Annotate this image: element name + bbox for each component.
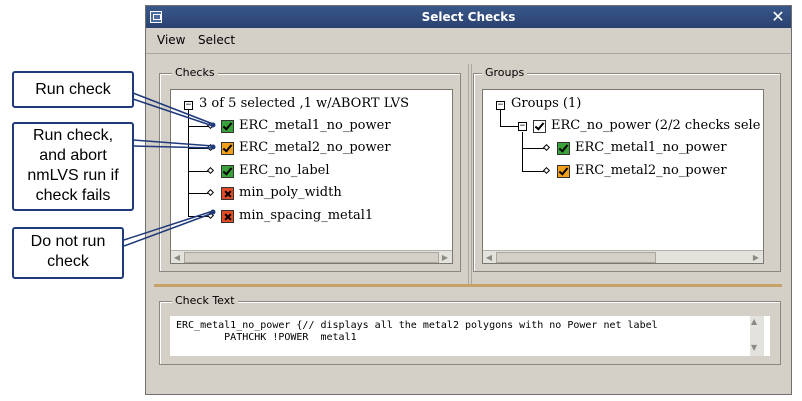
callout-text: check: [47, 253, 89, 270]
leader-dot: [210, 122, 216, 128]
callout-text: Run check,: [32, 127, 114, 144]
leader-off: [123, 210, 214, 241]
callout-run-check: Run check: [12, 71, 134, 108]
leader-abort: [132, 145, 214, 149]
leader-abort: [132, 139, 214, 147]
leader-run: [132, 98, 214, 127]
leader-dot: [210, 144, 216, 150]
callout-text: check fails: [35, 187, 111, 204]
callout-text: and abort: [39, 147, 107, 164]
callout-text: Do not run: [30, 233, 106, 250]
callout-text: Run check: [35, 81, 111, 98]
callout-abort-check: Run check, and abort nmLVS run if check …: [12, 122, 134, 211]
callout-do-not-run: Do not run check: [12, 227, 124, 279]
leader-dot: [210, 209, 216, 215]
leader-off: [123, 212, 214, 247]
callout-text: nmLVS run if: [27, 167, 119, 184]
leader-run: [132, 92, 214, 125]
